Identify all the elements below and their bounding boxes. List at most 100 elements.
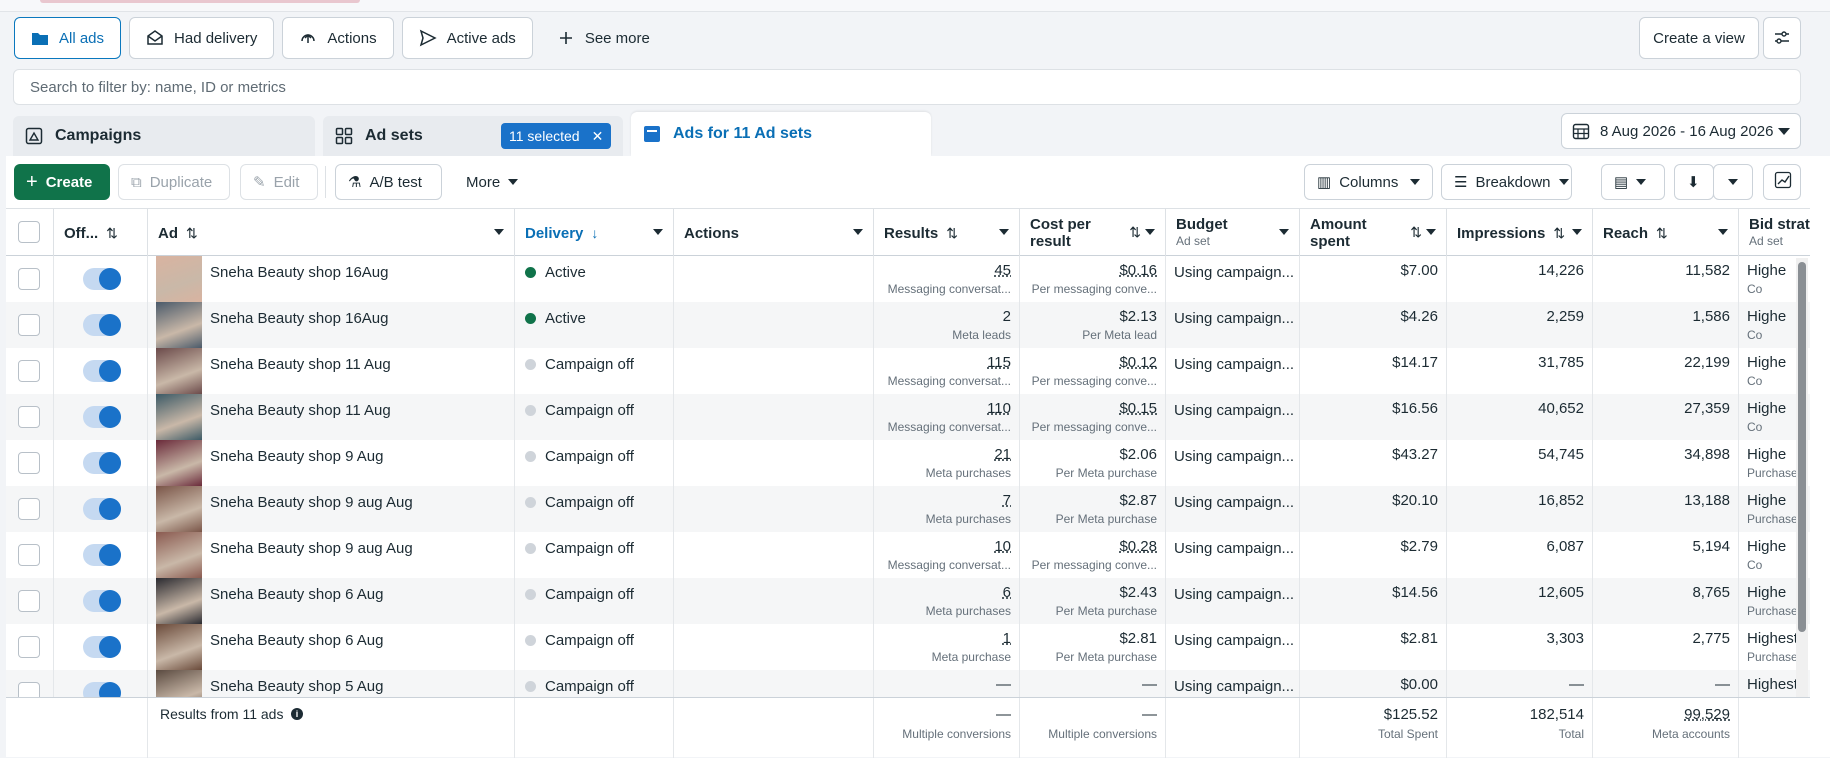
tab-had-delivery[interactable]: Had delivery (129, 17, 275, 59)
on-off-toggle[interactable] (83, 498, 121, 520)
breakdown-button[interactable]: ☰ Breakdown (1441, 164, 1572, 200)
table-row[interactable]: Sneha Beauty shop 9 Aug Campaign off 21 Met… (6, 440, 1810, 486)
ad-thumbnail[interactable] (156, 486, 202, 532)
sort-icon[interactable]: ⇅ (1410, 224, 1422, 241)
info-icon[interactable]: i (291, 708, 303, 720)
header-delivery[interactable]: Delivery ↓ (515, 209, 674, 257)
header-budget[interactable]: Budget Ad set (1166, 209, 1300, 257)
search-input[interactable]: Search to filter by: name, ID or metrics (13, 69, 1801, 105)
ad-thumbnail[interactable] (156, 394, 202, 440)
row-checkbox[interactable] (18, 590, 40, 612)
row-checkbox[interactable] (18, 498, 40, 520)
tab-campaigns[interactable]: Campaigns (13, 116, 315, 156)
row-checkbox[interactable] (18, 360, 40, 382)
sort-icon[interactable]: ⇅ (186, 225, 198, 242)
table-row[interactable]: Sneha Beauty shop 11 Aug Campaign off 110 M… (6, 394, 1810, 440)
ad-thumbnail[interactable] (156, 532, 202, 578)
sort-down-icon[interactable]: ↓ (591, 225, 598, 241)
table-row[interactable]: Sneha Beauty shop 6 Aug Campaign off 6 Meta… (6, 578, 1810, 624)
scrollbar-thumb[interactable] (1798, 262, 1806, 632)
header-actions[interactable]: Actions (674, 209, 874, 257)
ad-name[interactable]: Sneha Beauty shop 11 Aug (210, 356, 391, 373)
row-checkbox[interactable] (18, 682, 40, 697)
sort-icon[interactable]: ⇅ (1129, 224, 1141, 241)
ad-thumbnail[interactable] (156, 578, 202, 624)
header-ad[interactable]: Ad ⇅ (148, 209, 515, 257)
tab-all-ads[interactable]: All ads (14, 17, 122, 59)
select-all-checkbox[interactable] (18, 221, 40, 243)
sort-icon[interactable]: ⇅ (1656, 225, 1668, 242)
chevron-down-icon[interactable] (1426, 229, 1436, 235)
on-off-toggle[interactable] (83, 314, 121, 336)
on-off-toggle[interactable] (83, 590, 121, 612)
header-off-on[interactable]: Off... ⇅ (54, 209, 148, 257)
on-off-toggle[interactable] (83, 636, 121, 658)
tab-actions[interactable]: Actions (282, 17, 394, 59)
create-view-button[interactable]: Create a view (1639, 17, 1759, 59)
table-row[interactable]: Sneha Beauty shop 16Aug Active 45 Messaging… (6, 256, 1810, 302)
header-results[interactable]: Results ⇅ (874, 209, 1020, 257)
ad-thumbnail[interactable] (156, 440, 202, 486)
edit-button[interactable]: ✎ Edit (240, 164, 318, 200)
ad-name[interactable]: Sneha Beauty shop 9 aug Aug (210, 540, 413, 557)
ad-name[interactable]: Sneha Beauty shop 16Aug (210, 264, 388, 281)
ad-thumbnail[interactable] (156, 256, 202, 302)
row-checkbox[interactable] (18, 406, 40, 428)
row-checkbox[interactable] (18, 314, 40, 336)
selected-badge[interactable]: 11 selected ✕ (501, 123, 612, 149)
chevron-down-icon[interactable] (1279, 229, 1289, 235)
header-cost-per-result[interactable]: Cost per result ⇅ (1020, 209, 1166, 257)
clear-selection-icon[interactable]: ✕ (592, 128, 604, 145)
on-off-toggle[interactable] (83, 406, 121, 428)
on-off-toggle[interactable] (83, 268, 121, 290)
table-row[interactable]: Sneha Beauty shop 16Aug Active 2 Meta leads… (6, 302, 1810, 348)
header-reach[interactable]: Reach ⇅ (1593, 209, 1739, 257)
export-button[interactable]: ⬇ (1674, 164, 1714, 200)
chevron-down-icon[interactable] (999, 229, 1009, 235)
ad-name[interactable]: Sneha Beauty shop 6 Aug (210, 586, 383, 603)
on-off-toggle[interactable] (83, 682, 121, 697)
row-checkbox[interactable] (18, 452, 40, 474)
table-row[interactable]: Sneha Beauty shop 9 aug Aug Campaign off 1… (6, 532, 1810, 578)
table-row[interactable]: Sneha Beauty shop 6 Aug Campaign off 1 Meta… (6, 624, 1810, 670)
header-impressions[interactable]: Impressions ⇅ (1447, 209, 1593, 257)
ad-name[interactable]: Sneha Beauty shop 11 Aug (210, 402, 391, 419)
tab-active-ads[interactable]: Active ads (401, 17, 533, 59)
export-menu-button[interactable] (1713, 164, 1753, 200)
ad-name[interactable]: Sneha Beauty shop 6 Aug (210, 632, 383, 649)
row-checkbox[interactable] (18, 268, 40, 290)
more-button[interactable]: More (454, 164, 534, 200)
chevron-down-icon[interactable] (494, 229, 504, 235)
table-row[interactable]: Sneha Beauty shop 5 Aug Campaign off — — Usi… (6, 670, 1810, 697)
table-row[interactable]: Sneha Beauty shop 11 Aug Campaign off 115 M… (6, 348, 1810, 394)
chevron-down-icon[interactable] (1718, 229, 1728, 235)
tab-see-more[interactable]: See more (541, 17, 666, 59)
table-row[interactable]: Sneha Beauty shop 9 aug Aug Campaign off 7… (6, 486, 1810, 532)
columns-button[interactable]: ▥ Columns (1304, 164, 1433, 200)
header-bid-strategy[interactable]: Bid strategAd set (1739, 209, 1810, 257)
ad-thumbnail[interactable] (156, 624, 202, 670)
row-checkbox[interactable] (18, 636, 40, 658)
on-off-toggle[interactable] (83, 544, 121, 566)
header-amount-spent[interactable]: Amount spent ⇅ (1300, 209, 1447, 257)
ad-name[interactable]: Sneha Beauty shop 9 aug Aug (210, 494, 413, 511)
ad-name[interactable]: Sneha Beauty shop 5 Aug (210, 678, 383, 695)
date-range-picker[interactable]: 8 Aug 2026 - 16 Aug 2026 (1561, 113, 1801, 149)
ad-thumbnail[interactable] (156, 302, 202, 348)
on-off-toggle[interactable] (83, 452, 121, 474)
duplicate-button[interactable]: ⧉ Duplicate (118, 164, 230, 200)
sort-icon[interactable]: ⇅ (106, 225, 118, 242)
chevron-down-icon[interactable] (1572, 229, 1582, 235)
chevron-down-icon[interactable] (853, 229, 863, 235)
tab-ads[interactable]: Ads for 11 Ad sets (631, 112, 931, 156)
ad-name[interactable]: Sneha Beauty shop 9 Aug (210, 448, 383, 465)
ad-thumbnail[interactable] (156, 670, 202, 697)
ad-thumbnail[interactable] (156, 348, 202, 394)
row-checkbox[interactable] (18, 544, 40, 566)
sort-icon[interactable]: ⇅ (946, 225, 958, 242)
sort-icon[interactable]: ⇅ (1553, 225, 1565, 242)
on-off-toggle[interactable] (83, 360, 121, 382)
ab-test-button[interactable]: ⚗ A/B test (335, 164, 442, 200)
view-settings-button[interactable] (1763, 17, 1801, 59)
chevron-down-icon[interactable] (653, 229, 663, 235)
